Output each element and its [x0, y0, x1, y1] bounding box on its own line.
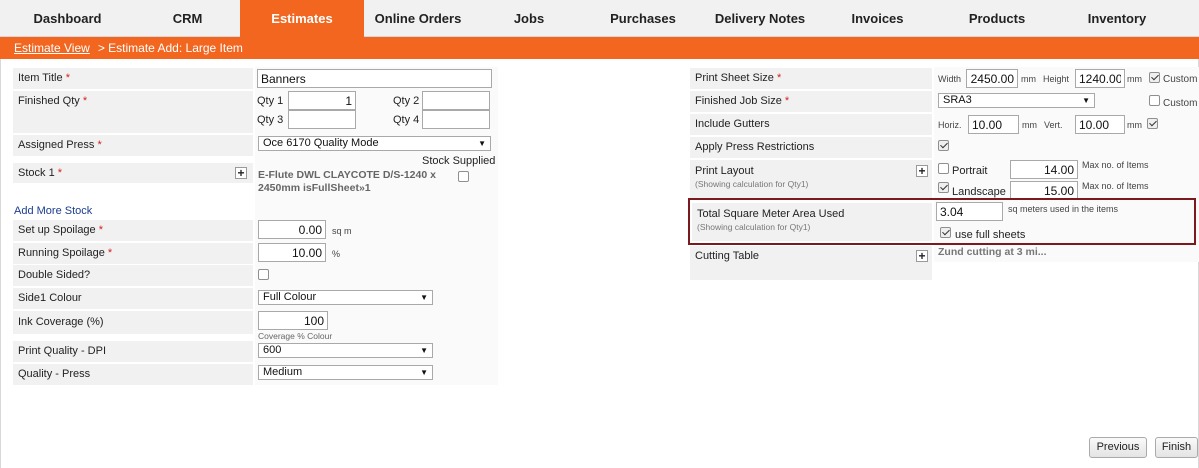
tab-crm[interactable]: CRM — [135, 0, 240, 37]
ink-coverage-input[interactable] — [258, 311, 328, 330]
include-gutters-label: Include Gutters — [690, 114, 932, 135]
tab-purchases[interactable]: Purchases — [586, 0, 700, 37]
chevron-down-icon: ▼ — [420, 346, 428, 355]
stock-supplied-label: Stock Supplied — [422, 155, 496, 167]
quality-press-label: Quality - Press — [13, 364, 253, 385]
item-title-input[interactable] — [257, 69, 492, 88]
double-sided-label: Double Sided? — [13, 265, 253, 286]
custom-job-size-checkbox[interactable] — [1149, 95, 1160, 106]
cutting-table-value: Zund cutting at 3 mi... — [938, 246, 1047, 258]
portrait-input[interactable] — [1010, 160, 1078, 179]
breadcrumb-current: > Estimate Add: Large Item — [97, 41, 243, 55]
finish-button[interactable]: Finish — [1155, 437, 1198, 458]
qty3-input[interactable] — [288, 110, 356, 129]
highlight-box — [688, 198, 1196, 245]
custom-size-label: Custom — [1163, 74, 1198, 85]
stock-1-label: Stock 1 * — [13, 163, 253, 183]
vert-label: Vert. — [1044, 120, 1063, 130]
width-mm: mm — [1021, 74, 1036, 84]
tab-delivery-notes[interactable]: Delivery Notes — [700, 0, 820, 37]
print-layout-label: Print Layout (Showing calculation for Qty… — [690, 160, 932, 198]
portrait-max-items: Max no. of Items — [1082, 160, 1149, 170]
tab-dashboard[interactable]: Dashboard — [0, 0, 135, 37]
qty4-input[interactable] — [422, 110, 490, 129]
add-more-stock-link[interactable]: Add More Stock — [14, 205, 92, 217]
include-gutters-checkbox[interactable] — [1147, 118, 1158, 129]
chevron-down-icon: ▼ — [420, 368, 428, 377]
custom-size-checkbox[interactable] — [1149, 72, 1160, 83]
previous-button[interactable]: Previous — [1089, 437, 1147, 458]
tab-jobs[interactable]: Jobs — [472, 0, 586, 37]
portrait-checkbox[interactable] — [938, 163, 949, 174]
assigned-press-select[interactable]: Oce 6170 Quality Mode ▼ — [258, 136, 491, 151]
landscape-checkbox[interactable] — [938, 182, 949, 193]
running-spoilage-unit: % — [332, 249, 341, 259]
item-title-label: Item Title * — [13, 68, 253, 89]
qty2-label: Qty 2 — [393, 95, 420, 107]
vert-gutter-input[interactable] — [1075, 115, 1125, 134]
setup-spoilage-label: Set up Spoilage * — [13, 220, 253, 241]
height-input[interactable] — [1075, 69, 1125, 88]
ink-coverage-note: Coverage % Colour — [258, 331, 333, 341]
tab-products[interactable]: Products — [935, 0, 1059, 37]
apply-press-restrictions-label: Apply Press Restrictions — [690, 137, 932, 158]
qty1-input[interactable] — [288, 91, 356, 110]
double-sided-checkbox[interactable] — [258, 269, 269, 280]
stock-1-value: E-Flute DWL CLAYCOTE D/S-1240 x 2450mm i… — [258, 169, 436, 194]
chevron-down-icon: ▼ — [1082, 96, 1090, 105]
finished-job-size-label: Finished Job Size * — [690, 91, 932, 112]
tab-online-orders[interactable]: Online Orders — [364, 0, 472, 37]
quality-press-select[interactable]: Medium ▼ — [258, 365, 433, 380]
qty2-input[interactable] — [422, 91, 490, 110]
custom-job-size-label: Custom — [1163, 98, 1198, 109]
setup-spoilage-unit: sq m — [332, 226, 352, 236]
print-layout-plus-icon[interactable]: + — [916, 165, 928, 177]
height-mm: mm — [1127, 74, 1142, 84]
ink-coverage-label: Ink Coverage (%) — [13, 311, 253, 334]
portrait-label: Portrait — [952, 165, 988, 177]
width-label: Width — [938, 74, 962, 84]
chevron-down-icon: ▼ — [420, 293, 428, 302]
running-spoilage-label: Running Spoilage * — [13, 243, 253, 264]
finished-job-size-select[interactable]: SRA3 ▼ — [938, 93, 1095, 108]
apply-press-restrictions-checkbox[interactable] — [938, 140, 949, 151]
height-label: Height — [1043, 74, 1070, 84]
side1-colour-select[interactable]: Full Colour ▼ — [258, 290, 433, 305]
chevron-down-icon: ▼ — [478, 139, 486, 148]
breadcrumb-estimate-view-link[interactable]: Estimate View — [14, 41, 90, 55]
tab-invoices[interactable]: Invoices — [820, 0, 935, 37]
print-layout-sub: (Showing calculation for Qty1) — [695, 179, 809, 189]
assigned-press-label: Assigned Press * — [13, 135, 253, 156]
qty4-label: Qty 4 — [393, 114, 420, 126]
add-stock-plus-icon[interactable]: + — [235, 167, 247, 179]
main-nav: Dashboard CRM Estimates Online Orders Jo… — [0, 0, 1199, 37]
running-spoilage-input[interactable] — [258, 243, 326, 262]
qty1-label: Qty 1 — [257, 95, 284, 107]
qty3-label: Qty 3 — [257, 114, 284, 126]
cutting-table-plus-icon[interactable]: + — [916, 250, 928, 262]
stock-supplied-checkbox[interactable] — [458, 171, 469, 182]
horiz-mm: mm — [1022, 120, 1037, 130]
vert-mm: mm — [1127, 120, 1142, 130]
cutting-table-label: Cutting Table — [690, 246, 932, 280]
breadcrumb: Estimate View > Estimate Add: Large Item — [0, 37, 1199, 59]
width-input[interactable] — [966, 69, 1018, 88]
side1-colour-label: Side1 Colour — [13, 288, 253, 309]
print-quality-select[interactable]: 600 ▼ — [258, 343, 433, 358]
setup-spoilage-input[interactable] — [258, 220, 326, 239]
horiz-gutter-input[interactable] — [968, 115, 1019, 134]
print-quality-label: Print Quality - DPI — [13, 341, 253, 362]
landscape-max-items: Max no. of Items — [1082, 181, 1149, 191]
tab-estimates[interactable]: Estimates — [240, 0, 364, 37]
horiz-label: Horiz. — [938, 120, 962, 130]
tab-inventory[interactable]: Inventory — [1059, 0, 1175, 37]
finished-qty-label: Finished Qty * — [13, 91, 253, 133]
landscape-label: Landscape — [952, 186, 1006, 198]
print-sheet-size-label: Print Sheet Size * — [690, 68, 932, 89]
